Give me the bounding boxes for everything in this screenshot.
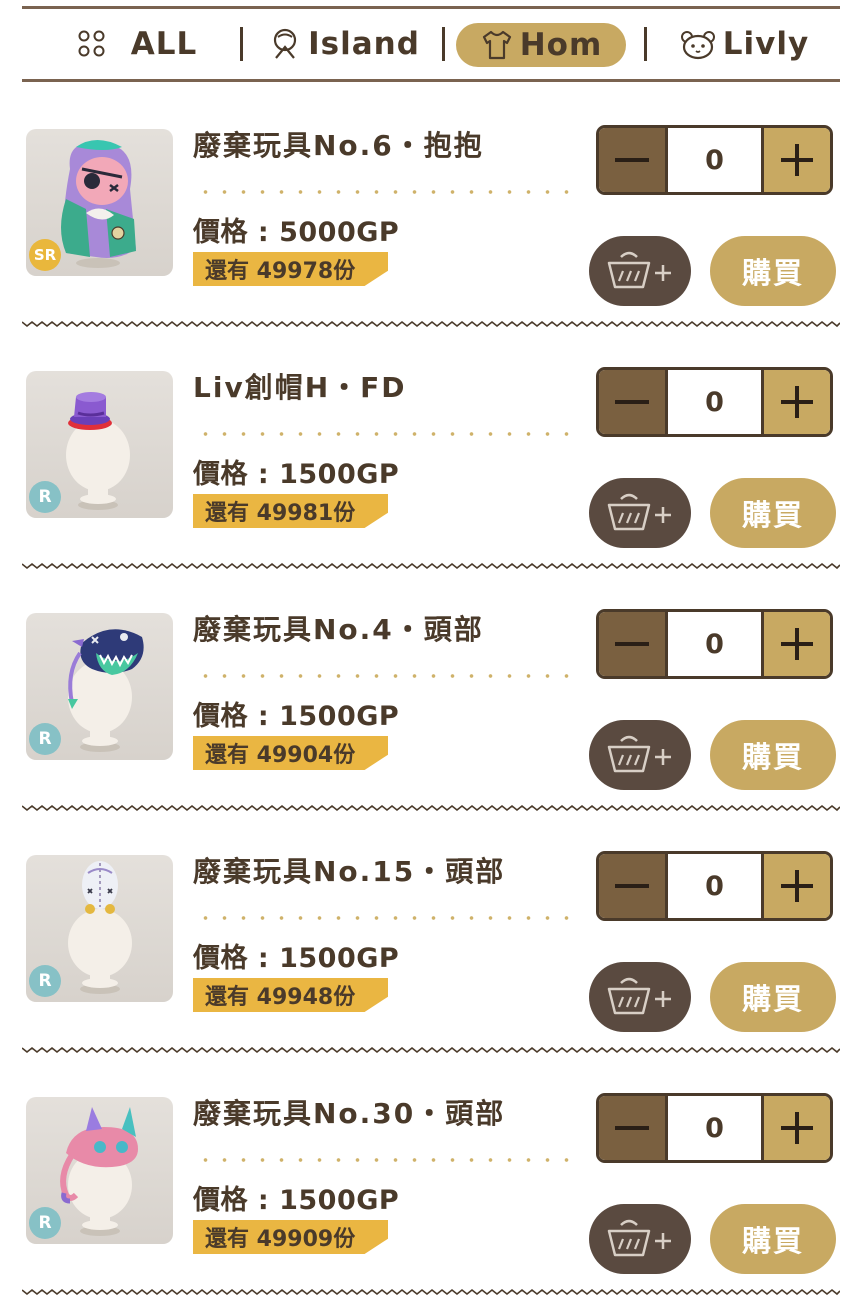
tab-livly[interactable]: Livly — [664, 9, 824, 79]
add-cart-basket-icon — [607, 251, 671, 289]
product-thumbnail[interactable]: R — [26, 1097, 173, 1244]
product-name: Liv創帽H・FD — [193, 371, 407, 404]
tab-separator — [240, 27, 243, 61]
tab-livly-label: Livly — [722, 26, 810, 62]
minus-icon — [615, 400, 649, 404]
buy-button[interactable]: 購買 — [710, 962, 836, 1032]
product-row: R 廢棄玩具No.4・頭部 價格 : 1500GP 還有 49904份 0 購買 — [0, 566, 864, 812]
plus-icon — [781, 870, 813, 902]
product-price: 價格 : 5000GP — [193, 217, 400, 248]
quantity-stepper: 0 — [596, 1093, 833, 1163]
minus-icon — [615, 1126, 649, 1130]
rarity-badge: R — [29, 723, 61, 755]
rarity-badge: R — [29, 1207, 61, 1239]
rarity-badge: SR — [29, 239, 61, 271]
decrease-button[interactable] — [599, 854, 665, 918]
tab-island-label: Island — [308, 26, 420, 62]
increase-button[interactable] — [764, 370, 830, 434]
increase-button[interactable] — [764, 612, 830, 676]
decrease-button[interactable] — [599, 612, 665, 676]
add-cart-basket-icon — [607, 977, 671, 1015]
minus-icon — [615, 642, 649, 646]
product-row: R 廢棄玩具No.30・頭部 價格 : 1500GP 還有 49909份 0 購… — [0, 1050, 864, 1296]
product-name: 廢棄玩具No.30・頭部 — [193, 1097, 506, 1130]
decrease-button[interactable] — [599, 1096, 665, 1160]
quantity-stepper: 0 — [596, 125, 833, 195]
tab-hom[interactable]: Hom — [456, 23, 626, 67]
add-cart-basket-icon — [607, 735, 671, 773]
buy-button[interactable]: 購買 — [710, 720, 836, 790]
product-thumbnail[interactable]: R — [26, 855, 173, 1002]
dotted-divider — [196, 916, 574, 920]
stock-tag: 還有 49904份 — [193, 736, 388, 770]
stock-tag: 還有 49948份 — [193, 978, 388, 1012]
tab-separator — [644, 27, 647, 61]
add-to-cart-button[interactable] — [589, 1204, 691, 1274]
product-price: 價格 : 1500GP — [193, 1185, 400, 1216]
stock-tag: 還有 49978份 — [193, 252, 388, 286]
quantity-value[interactable]: 0 — [665, 370, 764, 434]
product-price: 價格 : 1500GP — [193, 943, 400, 974]
add-cart-basket-icon — [607, 1219, 671, 1257]
rarity-badge: R — [29, 481, 61, 513]
add-to-cart-button[interactable] — [589, 236, 691, 306]
rarity-badge: R — [29, 965, 61, 997]
tab-all[interactable]: ALL — [52, 9, 222, 79]
wavy-divider — [22, 1288, 840, 1296]
plus-icon — [781, 628, 813, 660]
plus-icon — [781, 1112, 813, 1144]
product-price: 價格 : 1500GP — [193, 701, 400, 732]
quantity-stepper: 0 — [596, 367, 833, 437]
minus-icon — [615, 884, 649, 888]
product-row: R 廢棄玩具No.15・頭部 價格 : 1500GP 還有 49948份 0 購… — [0, 808, 864, 1054]
add-cart-basket-icon — [607, 493, 671, 531]
buy-button[interactable]: 購買 — [710, 236, 836, 306]
product-row: R Liv創帽H・FD 價格 : 1500GP 還有 49981份 0 購買 — [0, 324, 864, 570]
minus-icon — [615, 158, 649, 162]
dotted-divider — [196, 190, 574, 194]
add-to-cart-button[interactable] — [589, 720, 691, 790]
product-name: 廢棄玩具No.15・頭部 — [193, 855, 506, 888]
plus-icon — [781, 144, 813, 176]
quantity-value[interactable]: 0 — [665, 1096, 764, 1160]
category-tab-bar: ALL Island Hom Livly — [22, 6, 840, 82]
shirt-icon — [482, 30, 511, 60]
product-name: 廢棄玩具No.6・抱抱 — [193, 129, 484, 162]
livly-face-icon — [680, 31, 715, 60]
quantity-value[interactable]: 0 — [665, 612, 764, 676]
tab-hom-label: Hom — [519, 27, 603, 63]
quantity-value[interactable]: 0 — [665, 128, 764, 192]
add-to-cart-button[interactable] — [589, 478, 691, 548]
tab-all-label: ALL — [130, 26, 198, 62]
buy-button[interactable]: 購買 — [710, 1204, 836, 1274]
decrease-button[interactable] — [599, 128, 665, 192]
product-row: SR 廢棄玩具No.6・抱抱 價格 : 5000GP 還有 49978份 0 購… — [0, 82, 864, 328]
dotted-divider — [196, 674, 574, 678]
quantity-stepper: 0 — [596, 609, 833, 679]
island-icon — [273, 28, 297, 59]
product-thumbnail[interactable]: R — [26, 613, 173, 760]
stock-tag: 還有 49981份 — [193, 494, 388, 528]
product-name: 廢棄玩具No.4・頭部 — [193, 613, 484, 646]
decrease-button[interactable] — [599, 370, 665, 434]
dotted-divider — [196, 1158, 574, 1162]
grid-dots-icon — [78, 30, 105, 57]
add-to-cart-button[interactable] — [589, 962, 691, 1032]
product-thumbnail[interactable]: SR — [26, 129, 173, 276]
tab-island[interactable]: Island — [254, 9, 434, 79]
increase-button[interactable] — [764, 854, 830, 918]
dotted-divider — [196, 432, 574, 436]
product-thumbnail[interactable]: R — [26, 371, 173, 518]
quantity-value[interactable]: 0 — [665, 854, 764, 918]
product-price: 價格 : 1500GP — [193, 459, 400, 490]
quantity-stepper: 0 — [596, 851, 833, 921]
plus-icon — [781, 386, 813, 418]
buy-button[interactable]: 購買 — [710, 478, 836, 548]
tab-separator — [442, 27, 445, 61]
stock-tag: 還有 49909份 — [193, 1220, 388, 1254]
increase-button[interactable] — [764, 1096, 830, 1160]
increase-button[interactable] — [764, 128, 830, 192]
